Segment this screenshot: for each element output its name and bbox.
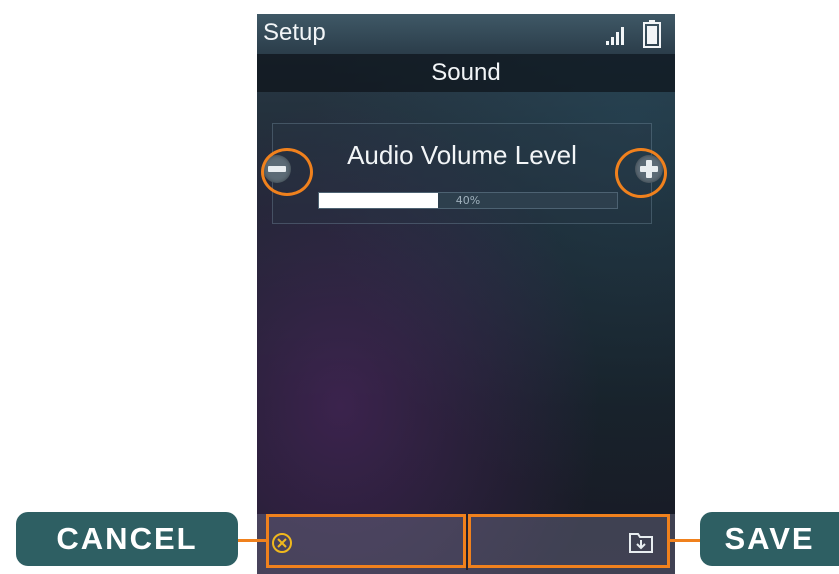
cancel-callout: CANCEL	[16, 512, 238, 566]
save-callout: SAVE	[700, 512, 839, 566]
device-screen: Setup Sound Audio Volume Level 40%	[257, 14, 675, 574]
app-title: Setup	[263, 19, 326, 46]
cancel-highlight	[266, 514, 466, 568]
save-connector	[670, 539, 700, 542]
save-highlight	[468, 514, 670, 568]
battery-icon	[643, 20, 661, 48]
status-bar: Setup	[257, 14, 675, 54]
section-title: Sound	[257, 54, 675, 92]
cancel-connector	[238, 539, 266, 542]
signal-strength-icon	[606, 27, 624, 45]
volume-progress-text: 40%	[455, 194, 481, 207]
volume-panel: Audio Volume Level 40%	[272, 123, 652, 224]
volume-label: Audio Volume Level	[347, 140, 577, 170]
increase-highlight	[615, 148, 667, 198]
volume-progress-bar[interactable]: 40%	[318, 192, 618, 209]
decrease-highlight	[261, 148, 313, 196]
